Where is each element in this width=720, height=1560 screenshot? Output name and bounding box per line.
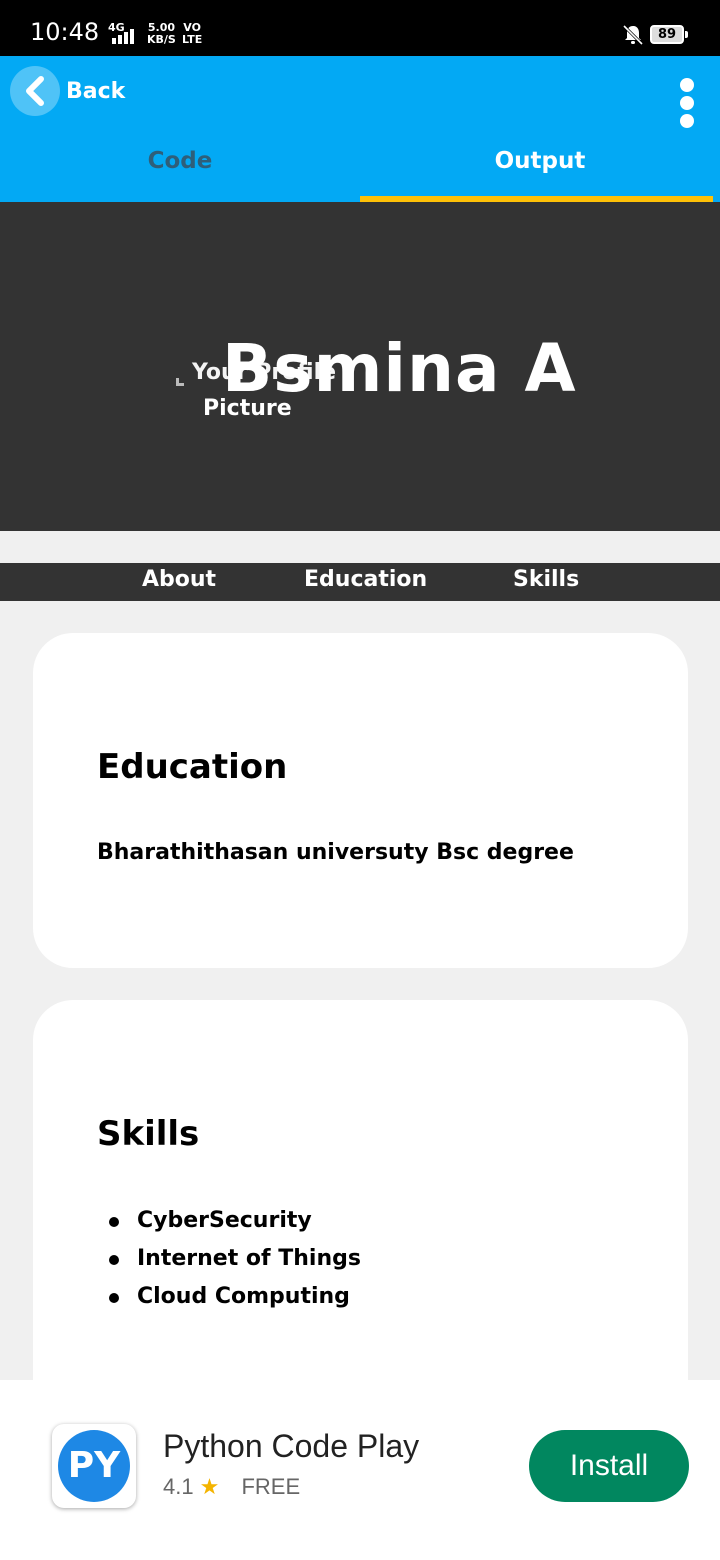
nav-link-about[interactable]: About <box>142 567 216 592</box>
overflow-menu-icon[interactable] <box>672 78 702 128</box>
tab-code[interactable]: Code <box>0 136 360 202</box>
tab-output-label: Output <box>494 148 586 174</box>
list-item: Cloud Computing <box>97 1278 361 1316</box>
profile-name: Bsmina A <box>222 330 577 407</box>
app-bar: Back Code Output <box>0 56 720 202</box>
skills-card: Skills CyberSecurity Internet of Things … <box>33 1000 688 1420</box>
speed-unit: KB/S <box>147 33 176 46</box>
star-icon: ★ <box>199 1474 220 1499</box>
education-text: Bharathithasan universuty Bsc degree <box>97 840 574 865</box>
ad-banner[interactable]: PY Python Code Play 4.1 ★ FREE Install <box>0 1380 720 1560</box>
ad-app-title[interactable]: Python Code Play <box>163 1428 419 1465</box>
status-bar: 10:48 4G 5.00 KB/S VO LTE 89 <box>0 0 720 56</box>
tab-code-label: Code <box>147 148 213 174</box>
section-nav: About Education Skills <box>0 563 720 601</box>
install-button[interactable]: Install <box>529 1430 689 1502</box>
list-item: Internet of Things <box>97 1240 361 1278</box>
ad-rating: 4.1 <box>163 1474 194 1499</box>
back-button[interactable]: Back <box>10 66 125 116</box>
skills-heading: Skills <box>97 1114 200 1154</box>
chevron-left-icon <box>10 66 60 116</box>
app-icon-logo: PY <box>58 1430 130 1502</box>
tab-output[interactable]: Output <box>360 136 720 202</box>
status-time: 10:48 <box>30 18 100 46</box>
signal-icon <box>112 26 134 44</box>
battery-level: 89 <box>657 27 677 42</box>
broken-image-icon <box>176 378 184 386</box>
tab-bar: Code Output <box>0 136 720 202</box>
app-icon[interactable]: PY <box>52 1424 136 1508</box>
ad-meta: 4.1 ★ FREE <box>163 1474 300 1500</box>
education-card: Education Bharathithasan universuty Bsc … <box>33 633 688 968</box>
muted-bell-icon <box>622 24 644 46</box>
back-label: Back <box>66 78 126 104</box>
education-heading: Education <box>97 747 288 787</box>
skills-list: CyberSecurity Internet of Things Cloud C… <box>97 1202 361 1316</box>
volte-bottom: LTE <box>182 33 203 46</box>
ad-price: FREE <box>241 1474 301 1499</box>
volte-indicator: VO LTE <box>182 22 202 46</box>
network-speed: 5.00 KB/S <box>147 22 176 46</box>
nav-link-skills[interactable]: Skills <box>513 567 579 592</box>
battery-icon: 89 <box>650 25 688 44</box>
profile-header: Your Profile Picture Bsmina A <box>0 202 720 531</box>
nav-link-education[interactable]: Education <box>304 567 427 592</box>
list-item: CyberSecurity <box>97 1202 361 1240</box>
